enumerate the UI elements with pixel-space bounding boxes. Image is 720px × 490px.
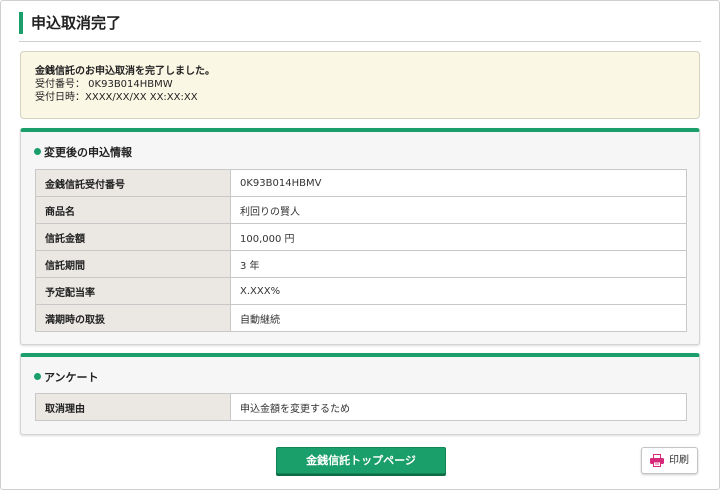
section-heading-text: アンケート (44, 371, 99, 384)
row-label: 商品名 (35, 196, 231, 224)
row-value: 自動継続 (230, 304, 687, 332)
section-heading: アンケート (34, 371, 99, 385)
completion-message: 金銭信託のお申込取消を完了しました。 (35, 66, 215, 77)
section-heading: 変更後の申込情報 (34, 146, 132, 160)
survey-panel: アンケート 取消理由 申込金額を変更するため (20, 353, 700, 435)
row-label: 取消理由 (35, 393, 231, 421)
row-value: 3 年 (230, 250, 687, 278)
completion-notice: 金銭信託のお申込取消を完了しました。 受付番号： 0K93B014HBMW 受付… (20, 51, 700, 119)
receipt-number: 受付番号： 0K93B014HBMW (35, 79, 173, 90)
receipt-datetime: 受付日時：XXXX/XX/XX XX:XX:XX (35, 92, 198, 103)
application-info-panel: 変更後の申込情報 金銭信託受付番号 0K93B014HBMV 商品名 利回りの賢… (20, 128, 700, 345)
row-label: 信託金額 (35, 223, 231, 251)
survey-table: 取消理由 申込金額を変更するため (35, 393, 687, 421)
trust-top-page-button[interactable]: 金銭信託トップページ (276, 447, 446, 474)
row-value: 100,000 円 (230, 223, 687, 251)
row-label: 予定配当率 (35, 277, 231, 305)
row-value: 申込金額を変更するため (230, 393, 687, 421)
table-row: 信託期間 3 年 (35, 250, 687, 278)
table-row: 満期時の取扱 自動継続 (35, 304, 687, 332)
table-row: 信託金額 100,000 円 (35, 223, 687, 251)
page-title: 申込取消完了 (31, 14, 122, 32)
table-row: 商品名 利回りの賢人 (35, 196, 687, 224)
row-value: 利回りの賢人 (230, 196, 687, 224)
row-label: 満期時の取扱 (35, 304, 231, 332)
row-value: 0K93B014HBMV (230, 169, 687, 197)
table-row: 取消理由 申込金額を変更するため (35, 393, 687, 421)
page-header: 申込取消完了 (19, 12, 701, 42)
row-label: 信託期間 (35, 250, 231, 278)
page-frame: 申込取消完了 金銭信託のお申込取消を完了しました。 受付番号： 0K93B014… (0, 0, 720, 490)
printer-icon (650, 454, 664, 467)
title-accent-bar (19, 12, 23, 34)
application-info-table: 金銭信託受付番号 0K93B014HBMV 商品名 利回りの賢人 信託金額 10… (35, 169, 687, 332)
print-button-label: 印刷 (669, 455, 689, 466)
section-heading-text: 変更後の申込情報 (44, 146, 132, 159)
row-label: 金銭信託受付番号 (35, 169, 231, 197)
row-value: X.XXX% (230, 277, 687, 305)
table-row: 金銭信託受付番号 0K93B014HBMV (35, 169, 687, 197)
table-row: 予定配当率 X.XXX% (35, 277, 687, 305)
bullet-dot-icon (34, 373, 41, 380)
print-button[interactable]: 印刷 (641, 447, 698, 474)
bullet-dot-icon (34, 148, 41, 155)
